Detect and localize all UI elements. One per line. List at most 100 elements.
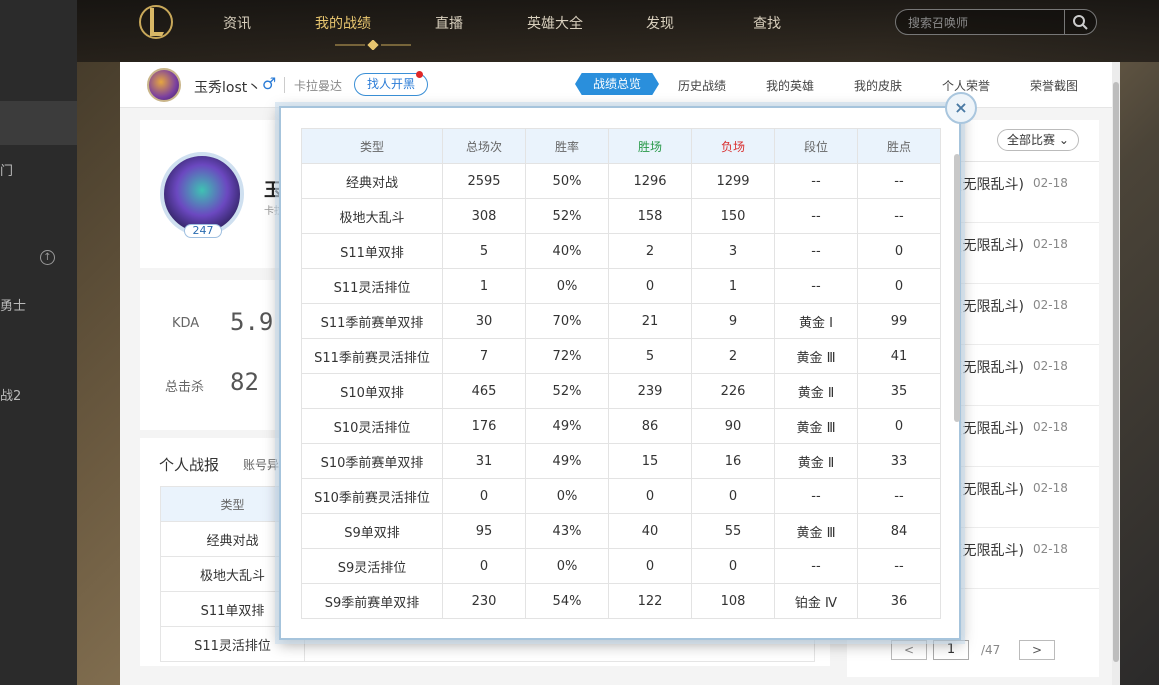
table-cell: 5	[442, 233, 526, 269]
page-number-input[interactable]: 1	[933, 640, 969, 660]
tab-history[interactable]: 历史战绩	[678, 77, 726, 94]
nav-item-discover[interactable]: 发现	[646, 13, 674, 33]
table-cell: --	[774, 268, 858, 304]
match-date: 02-18	[1033, 481, 1068, 495]
left-sidebar: 门 ↑ 勇士 战2	[0, 0, 77, 685]
table-row: S11季前赛单双排 30 70% 21 9 黄金 Ⅰ 99	[301, 303, 941, 339]
sidebar-fragment[interactable]: 勇士	[0, 295, 26, 314]
table-cell: 1299	[691, 163, 775, 199]
stats-overview-dialog: 类型 总场次 胜率 胜场 负场 段位 胜点 经典对战 2595 50% 1296 129…	[279, 106, 961, 640]
top-nav: 资讯 我的战绩 直播 英雄大全 发现 查找	[77, 0, 1159, 62]
level-badge: 247	[184, 224, 222, 238]
tab-honors[interactable]: 个人荣誉	[942, 77, 990, 94]
tab-my-champions[interactable]: 我的英雄	[766, 77, 814, 94]
table-cell: S9灵活排位	[301, 548, 443, 584]
summoner-name: 玉秀lost丶	[194, 80, 262, 96]
nav-item-live[interactable]: 直播	[435, 13, 463, 33]
report-title: 个人战报	[159, 456, 220, 474]
table-cell: 0	[857, 408, 941, 444]
table-cell: --	[857, 478, 941, 514]
table-cell: --	[857, 548, 941, 584]
table-cell: --	[774, 548, 858, 584]
close-icon[interactable]: ×	[945, 92, 977, 124]
nav-item-my-record[interactable]: 我的战绩	[315, 13, 371, 33]
table-cell: 86	[608, 408, 692, 444]
table-row: S10单双排 465 52% 239 226 黄金 Ⅱ 35	[301, 373, 941, 409]
table-cell: 49%	[525, 408, 609, 444]
pagination: < 1 /47 >	[891, 640, 1061, 662]
table-row: S10季前赛灵活排位 0 0% 0 0 -- --	[301, 478, 941, 514]
table-cell: --	[857, 198, 941, 234]
table-cell: 36	[857, 583, 941, 619]
table-row: S11季前赛灵活排位 7 72% 5 2 黄金 Ⅲ 41	[301, 338, 941, 374]
search-icon	[1073, 15, 1088, 30]
table-cell: 黄金 Ⅲ	[774, 408, 858, 444]
column-header: 类型	[301, 128, 443, 164]
table-row: 经典对战 2595 50% 1296 1299 -- --	[301, 163, 941, 199]
column-header: 段位	[774, 128, 858, 164]
sidebar-fragment[interactable]: 战2	[0, 385, 21, 404]
table-cell: 239	[608, 373, 692, 409]
stats-table-body: 经典对战 2595 50% 1296 1299 -- -- 极地大乱斗 308 52% 158 150…	[301, 163, 941, 619]
table-row: S10灵活排位 176 49% 86 90 黄金 Ⅲ0	[301, 408, 941, 444]
active-nav-indicator	[335, 40, 411, 50]
table-cell: 70%	[525, 303, 609, 339]
table-cell: 1	[691, 268, 775, 304]
total-kills-value: 82	[230, 368, 259, 396]
table-cell: 16	[691, 443, 775, 479]
table-row: S11灵活排位 1 0% 0 1 -- 0	[301, 268, 941, 304]
table-cell: 0	[442, 478, 526, 514]
table-cell: 31	[442, 443, 526, 479]
match-mode: (无限乱斗)	[957, 482, 1024, 498]
table-cell: 49%	[525, 443, 609, 479]
column-header: 胜率	[525, 128, 609, 164]
table-cell: 0	[691, 478, 775, 514]
dialog-scrollbar[interactable]	[954, 154, 960, 422]
tab-honor-screenshots[interactable]: 荣誉截图	[1030, 77, 1078, 94]
table-cell: 0	[691, 548, 775, 584]
stats-table: 类型 总场次 胜率 胜场 负场 段位 胜点 经典对战 2595 50% 1296 129…	[301, 128, 941, 619]
table-cell: 33	[857, 443, 941, 479]
table-cell: 40%	[525, 233, 609, 269]
table-cell: 0	[442, 548, 526, 584]
table-cell: 2	[691, 338, 775, 374]
table-cell: 黄金 Ⅰ	[774, 303, 858, 339]
scrollbar-thumb[interactable]	[1113, 82, 1119, 662]
male-icon: ♂	[262, 74, 277, 93]
column-header: 总场次	[442, 128, 526, 164]
table-cell: S11单双排	[301, 233, 443, 269]
table-cell: 0	[608, 478, 692, 514]
nav-item-champions[interactable]: 英雄大全	[527, 13, 583, 33]
table-cell: S11季前赛灵活排位	[301, 338, 443, 374]
prev-page-button[interactable]: <	[891, 640, 927, 660]
table-cell: 0%	[525, 548, 609, 584]
table-cell: 2595	[442, 163, 526, 199]
tab-overview[interactable]: 战绩总览	[575, 73, 659, 95]
arrow-up-icon[interactable]: ↑	[40, 250, 55, 265]
match-mode: (无限乱斗)	[957, 177, 1024, 193]
table-cell: 极地大乱斗	[301, 198, 443, 234]
tab-my-skins[interactable]: 我的皮肤	[854, 77, 902, 94]
table-cell: S11季前赛单双排	[301, 303, 443, 339]
table-cell: 9	[691, 303, 775, 339]
table-cell: S11灵活排位	[301, 268, 443, 304]
page-scrollbar[interactable]	[1112, 62, 1120, 685]
lol-logo-icon[interactable]	[139, 2, 173, 42]
next-page-button[interactable]: >	[1019, 640, 1055, 660]
table-cell: S10季前赛灵活排位	[301, 478, 443, 514]
nav-item-search[interactable]: 查找	[753, 13, 781, 33]
search-input[interactable]	[908, 14, 1058, 32]
sidebar-fragment[interactable]: 门	[0, 160, 13, 179]
avatar[interactable]	[147, 68, 181, 102]
table-cell: 41	[857, 338, 941, 374]
match-date: 02-18	[1033, 359, 1068, 373]
nav-item-news[interactable]: 资讯	[223, 13, 251, 33]
table-cell: 0	[857, 268, 941, 304]
match-mode: (无限乱斗)	[957, 238, 1024, 254]
table-cell: 0	[857, 233, 941, 269]
table-cell: 黄金 Ⅱ	[774, 373, 858, 409]
table-cell: 2	[608, 233, 692, 269]
search-button[interactable]	[1064, 10, 1096, 34]
table-cell: 54%	[525, 583, 609, 619]
match-filter-dropdown[interactable]: 全部比赛 ⌄	[997, 129, 1079, 151]
